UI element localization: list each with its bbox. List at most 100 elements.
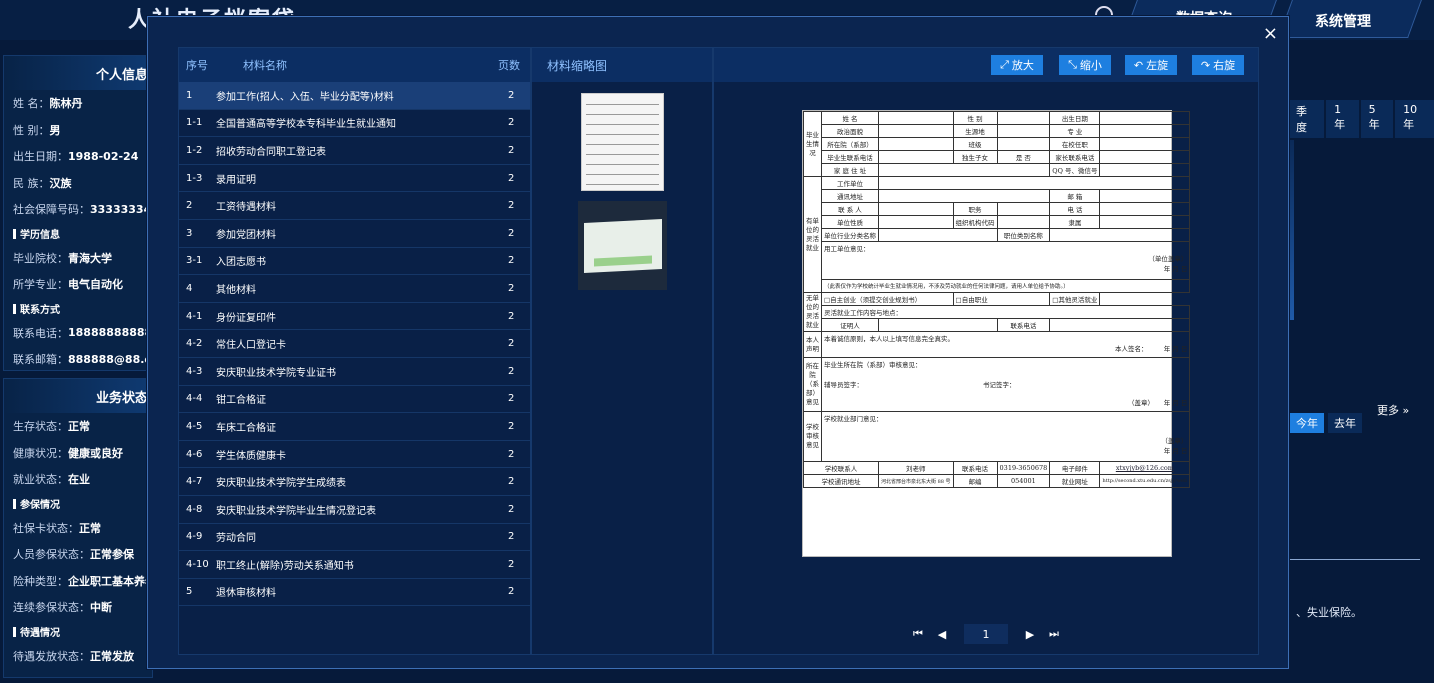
info-label: 险种类型： [13, 574, 68, 588]
material-row[interactable]: 4-5 车床工合格证 2 [179, 413, 530, 441]
material-name: 常住人口登记卡 [216, 340, 286, 352]
close-icon[interactable]: × [1263, 25, 1278, 43]
expand-icon: ⤢ [1000, 58, 1009, 71]
info-row: 所学专业： 电气自动化 [4, 271, 152, 298]
rotate-left-button[interactable]: ↶ 左旋 [1125, 55, 1177, 75]
info-label: 所学专业： [13, 278, 68, 292]
info-value: 青海大学 [68, 251, 112, 265]
info-value: 企业职工基本养老 [68, 574, 156, 588]
nav-system-management[interactable]: 系统管理 [1315, 11, 1371, 31]
period-tab[interactable]: 5年 [1360, 100, 1394, 138]
info-label: 待遇发放状态： [13, 649, 90, 663]
info-row: 连续参保状态： 中断 [4, 594, 152, 621]
material-row[interactable]: 4-6 学生体质健康卡 2 [179, 441, 530, 469]
material-pages: 2 [508, 255, 515, 267]
info-label: 性 别： [13, 123, 50, 137]
material-name: 身份证复印件 [216, 312, 276, 324]
section-title: 学历信息 [4, 223, 152, 245]
material-index: 4-8 [186, 503, 203, 515]
material-name: 安庆职业技术学院毕业生情况登记表 [216, 505, 376, 517]
rotate-right-button[interactable]: ↷ 右旋 [1192, 55, 1244, 75]
material-row[interactable]: 4-2 常住人口登记卡 2 [179, 330, 530, 358]
material-index: 4-9 [186, 531, 203, 543]
rotate-right-icon: ↷ [1200, 58, 1211, 72]
material-index: 5 [186, 586, 193, 598]
section-title: 联系方式 [4, 298, 152, 320]
section-title: 待遇情况 [4, 621, 152, 643]
header-name: 材料名称 [243, 59, 287, 72]
material-row[interactable]: 4-8 安庆职业技术学院毕业生情况登记表 2 [179, 496, 530, 524]
material-name: 安庆职业技术学院学生成绩表 [216, 478, 346, 490]
material-name: 入团志愿书 [216, 257, 266, 269]
material-index: 3-1 [186, 255, 203, 267]
material-row[interactable]: 1-3 录用证明 2 [179, 165, 530, 193]
material-index: 4-2 [186, 338, 203, 350]
thumbnail-page-2[interactable] [578, 201, 667, 290]
material-row[interactable]: 5 退休审核材料 2 [179, 579, 530, 607]
material-row[interactable]: 3-1 入团志愿书 2 [179, 248, 530, 276]
material-row[interactable]: 4-9 劳动合同 2 [179, 524, 530, 552]
last-page-icon[interactable]: ⏭ [1042, 624, 1066, 644]
info-row: 联系邮箱： 888888@88.com [4, 346, 170, 373]
material-pages: 2 [508, 117, 515, 129]
material-row[interactable]: 1 参加工作(招人、入伍、毕业分配等)材料 2 [179, 82, 530, 110]
year-now-tab[interactable]: 今年 [1290, 413, 1324, 433]
material-pages: 2 [508, 448, 515, 460]
page-number[interactable]: 1 [964, 624, 1008, 644]
info-value: 陈林丹 [49, 97, 83, 111]
material-pages: 2 [508, 310, 515, 322]
material-row[interactable]: 4-4 钳工合格证 2 [179, 386, 530, 414]
material-row[interactable]: 3 参加党团材料 2 [179, 220, 530, 248]
zoom-in-button[interactable]: ⤢ 放大 [991, 55, 1043, 75]
year-last-tab[interactable]: 去年 [1328, 413, 1362, 433]
info-row: 待遇发放状态： 正常发放 [4, 643, 152, 670]
material-name: 参加党团材料 [216, 229, 276, 241]
material-list-header: 序号 材料名称 页数 [179, 48, 530, 82]
prev-page-icon[interactable]: ◀ [930, 624, 954, 644]
info-value: 电气自动化 [68, 278, 123, 292]
material-row[interactable]: 4-10 职工终止(解除)劳动关系通知书 2 [179, 551, 530, 579]
material-list: 序号 材料名称 页数 1 参加工作(招人、入伍、毕业分配等)材料 2 1-1 全国普通高… [178, 47, 531, 655]
info-value: 正常发放 [90, 649, 134, 663]
viewer-toolbar: ⤢ 放大 ⤡ 缩小 ↶ 左旋 ↷ 右旋 [714, 48, 1258, 82]
shrink-icon: ⤡ [1068, 58, 1077, 71]
material-row[interactable]: 4-7 安庆职业技术学院学生成绩表 2 [179, 468, 530, 496]
header-index: 序号 [186, 59, 208, 72]
next-page-icon[interactable]: ▶ [1018, 624, 1042, 644]
material-name: 钳工合格证 [216, 395, 266, 407]
info-value: 正常 [68, 420, 90, 434]
thumbnail-pane: 材料缩略图 [531, 47, 713, 655]
material-name: 劳动合同 [216, 533, 256, 545]
pager: ⏮ ◀ 1 ▶ ⏭ [714, 624, 1258, 644]
material-row[interactable]: 2 工资待遇材料 2 [179, 192, 530, 220]
period-tab[interactable]: 10年 [1395, 100, 1434, 138]
material-pages: 2 [508, 282, 515, 294]
material-row[interactable]: 1-2 招收劳动合同职工登记表 2 [179, 137, 530, 165]
material-row[interactable]: 4-1 身份证复印件 2 [179, 303, 530, 331]
material-pages: 2 [508, 227, 515, 239]
personal-info-panel: 个人信息 姓 名： 陈林丹性 别：男出生日期： 1988-02-24 民 族： 汉族 社会… [3, 55, 170, 373]
period-tab[interactable]: 1年 [1326, 100, 1359, 138]
info-row: 毕业院校： 青海大学 [4, 245, 152, 272]
thumbnail-page-1[interactable] [581, 93, 664, 191]
material-row[interactable]: 4-3 安庆职业技术学院专业证书 2 [179, 358, 530, 386]
material-name: 录用证明 [216, 174, 256, 186]
zoom-out-button[interactable]: ⤡ 缩小 [1059, 55, 1111, 75]
info-value: 正常 [79, 521, 101, 535]
material-row[interactable]: 4 其他材料 2 [179, 275, 530, 303]
more-link[interactable]: 更多 » [1377, 402, 1409, 418]
info-label: 民 族： [13, 176, 50, 190]
info-label: 社保卡状态： [13, 521, 79, 535]
first-page-icon[interactable]: ⏮ [906, 624, 930, 644]
period-tab[interactable]: 季度 [1288, 100, 1325, 138]
material-pages: 2 [508, 476, 515, 488]
info-value: 在业 [68, 473, 90, 487]
material-name: 工资待遇材料 [216, 202, 276, 214]
info-row: 生存状态： 正常 [4, 413, 152, 440]
info-row: 社保卡状态： 正常 [4, 515, 152, 542]
material-row[interactable]: 1-1 全国普通高等学校本专科毕业生就业通知 2 [179, 110, 530, 138]
document-viewer: ⤢ 放大 ⤡ 缩小 ↶ 左旋 ↷ 右旋 毕业生情况 姓 名 性 别 出生日期 政… [713, 47, 1259, 655]
info-row: 就业状态： 在业 [4, 466, 152, 493]
thumbnail-title: 材料缩略图 [532, 48, 712, 82]
material-name: 全国普通高等学校本专科毕业生就业通知 [216, 119, 396, 131]
